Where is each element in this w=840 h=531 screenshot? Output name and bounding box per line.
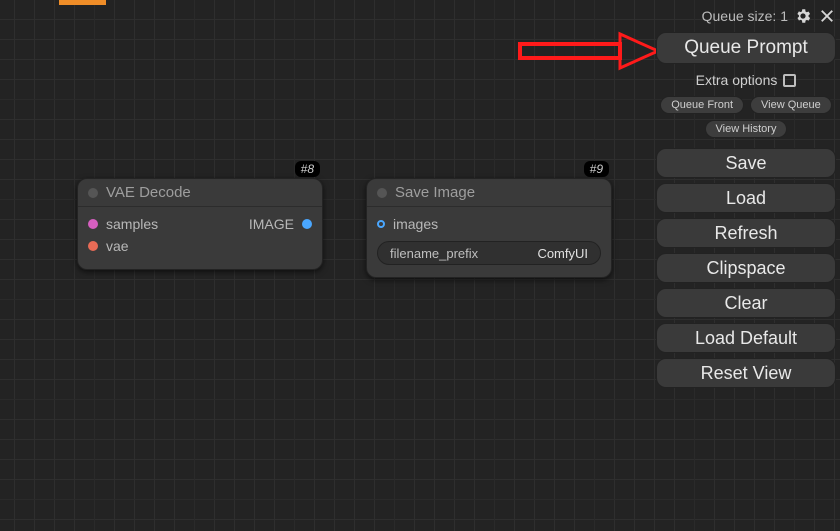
close-icon[interactable] (818, 7, 836, 25)
node-title-text: VAE Decode (106, 184, 191, 201)
node-badge: #9 (584, 161, 609, 177)
extra-options-label: Extra options (696, 72, 778, 88)
input-label: vae (106, 238, 129, 254)
widget-label: filename_prefix (390, 246, 478, 261)
queue-front-button[interactable]: Queue Front (660, 96, 744, 114)
extra-options-checkbox[interactable] (783, 74, 796, 87)
view-queue-button[interactable]: View Queue (750, 96, 832, 114)
queue-prompt-button[interactable]: Queue Prompt (656, 32, 836, 64)
input-port-samples-icon[interactable] (88, 219, 98, 229)
input-port-vae-icon[interactable] (88, 241, 98, 251)
refresh-button[interactable]: Refresh (656, 218, 836, 248)
collapse-dot-icon[interactable] (377, 188, 387, 198)
extra-options-row[interactable]: Extra options (656, 70, 836, 90)
load-button[interactable]: Load (656, 183, 836, 213)
queue-size-label: Queue size: 1 (702, 8, 788, 24)
progress-strip (59, 0, 106, 5)
node-badge: #8 (295, 161, 320, 177)
output-label: IMAGE (249, 216, 294, 232)
collapse-dot-icon[interactable] (88, 188, 98, 198)
node-save-image[interactable]: #9 Save Image images filename_prefix Com… (366, 178, 612, 278)
input-label: samples (106, 216, 158, 232)
widget-value: ComfyUI (537, 246, 588, 261)
view-history-button[interactable]: View History (705, 120, 788, 138)
node-vae-decode[interactable]: #8 VAE Decode samples IMAGE vae (77, 178, 323, 270)
reset-view-button[interactable]: Reset View (656, 358, 836, 388)
save-button[interactable]: Save (656, 148, 836, 178)
output-port-image-icon[interactable] (302, 219, 312, 229)
gear-icon[interactable] (794, 7, 812, 25)
filename-prefix-widget[interactable]: filename_prefix ComfyUI (377, 241, 601, 265)
load-default-button[interactable]: Load Default (656, 323, 836, 353)
input-port-images-icon[interactable] (377, 220, 385, 228)
clear-button[interactable]: Clear (656, 288, 836, 318)
control-panel: Queue size: 1 Queue Prompt Extra options… (656, 6, 836, 388)
node-title-text: Save Image (395, 184, 475, 201)
node-titlebar[interactable]: Save Image (367, 179, 611, 207)
node-titlebar[interactable]: VAE Decode (78, 179, 322, 207)
input-label: images (393, 216, 438, 232)
clipspace-button[interactable]: Clipspace (656, 253, 836, 283)
